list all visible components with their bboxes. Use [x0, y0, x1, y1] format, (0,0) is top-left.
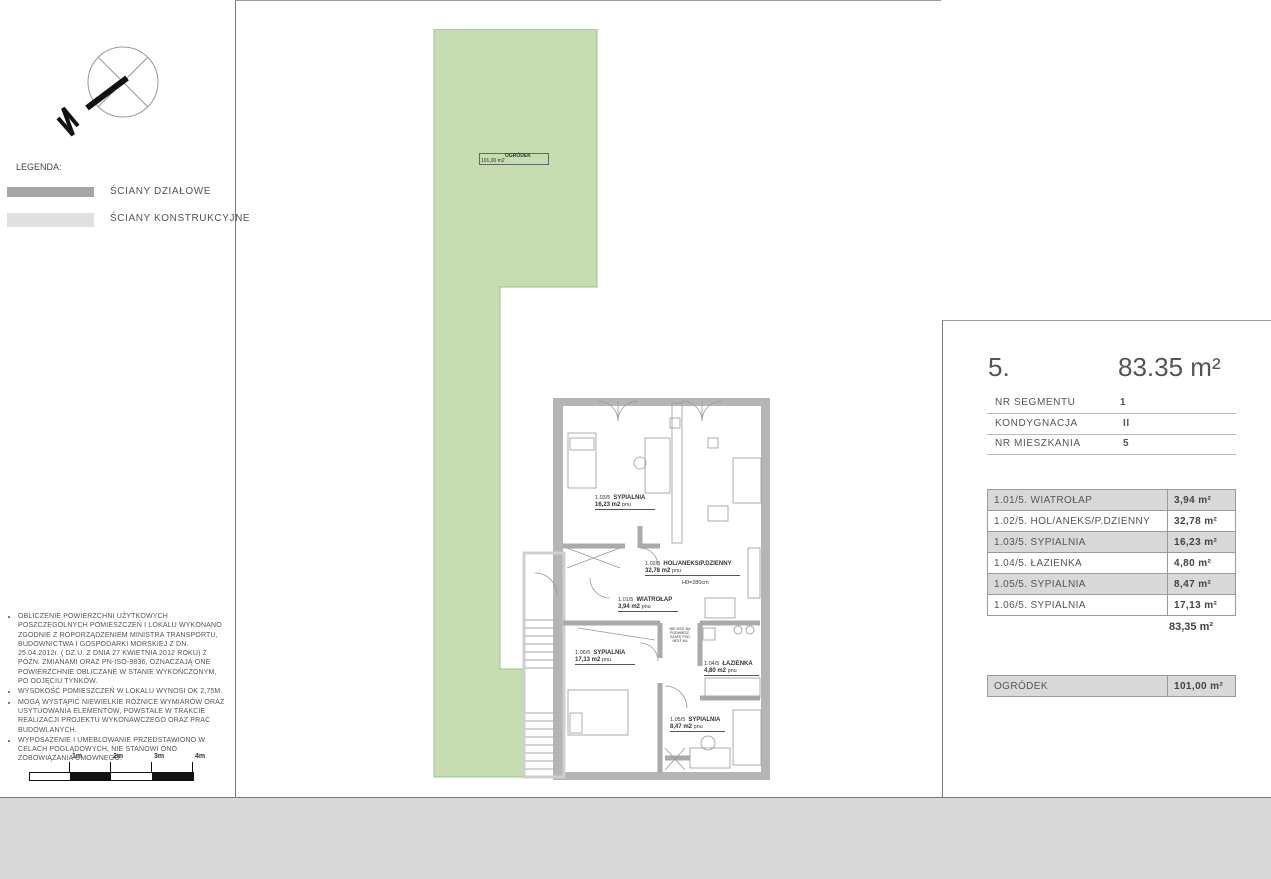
info-row: KONDYGNACJA II	[987, 414, 1236, 435]
notes-list: OBLICZENIE POWIERZCHNI UŻYTKOWYCH POSZCZ…	[8, 612, 228, 765]
room-label: 1.05/5 SYPIALNIA 8,47 m2 pnu	[670, 717, 725, 732]
garden-label: OGRÓDEK 101,00 m2	[479, 153, 549, 165]
info-value: II	[1123, 418, 1130, 429]
info-label: NR MIESZKANIA	[995, 438, 1081, 449]
info-value: 1	[1120, 397, 1127, 408]
info-row: NR SEGMENTU 1	[987, 393, 1236, 414]
legend-label-partition: ŚCIANY DZIAŁOWE	[110, 186, 212, 197]
info-label: KONDYGNACJA	[995, 418, 1078, 429]
room-area: 4,80 m²	[1167, 552, 1236, 574]
scale-label: 3m	[154, 753, 165, 760]
table-row: 1.02/5. HOL/ANEKS/P.DZIENNY 32,78 m²	[987, 510, 1236, 532]
height-label: H0=280cm	[682, 580, 709, 586]
info-value: 5	[1123, 438, 1130, 449]
room-name: 1.01/5. WIATROŁAP	[987, 489, 1168, 511]
table-row: 1.04/5. ŁAZIENKA 4,80 m²	[987, 552, 1236, 574]
table-row: 1.03/5. SYPIALNIA 16,23 m²	[987, 531, 1236, 553]
info-label: NR SEGMENTU	[995, 397, 1076, 408]
room-name: 1.03/5. SYPIALNIA	[987, 531, 1168, 553]
info-row: NR MIESZKANIA 5	[987, 434, 1236, 455]
garden-name: OGRÓDEK	[987, 675, 1168, 697]
note-item: OBLICZENIE POWIERZCHNI UŻYTKOWYCH POSZCZ…	[18, 612, 228, 686]
room-name: 1.05/5. SYPIALNIA	[987, 573, 1168, 595]
scale-label: 1m	[72, 753, 83, 760]
room-label: 1.04/5 ŁAZIENKA 4,80 m2 pnu	[704, 661, 759, 676]
legend-swatch-structural	[7, 213, 94, 227]
divider-left	[235, 0, 236, 797]
room-area: 17,13 m²	[1167, 594, 1236, 616]
room-label: 1.06/5 SYPIALNIA 17,13 m2 pnu	[575, 650, 635, 665]
rooms-table: 1.01/5. WIATROŁAP 3,94 m² 1.02/5. HOL/ANE…	[987, 489, 1236, 616]
total-area: 83,35 m²	[1169, 621, 1214, 633]
note-item: WYSOKOŚĆ POMIESZCZEŃ W LOKALU WYNOSI OK …	[18, 687, 228, 696]
floor-plan	[522, 398, 770, 780]
divider-right	[942, 320, 943, 797]
garden-table: OGRÓDEK 101,00 m²	[987, 675, 1236, 697]
room-area: 16,23 m²	[1167, 531, 1236, 553]
room-label: 1.01/5 WIATROŁAP 3,94 m2 pnu	[618, 597, 678, 612]
garden-label-name: OGRÓDEK	[505, 153, 531, 159]
unit-area: 83.35 m²	[1118, 352, 1221, 382]
room-name: 1.06/5. SYPIALNIA	[987, 594, 1168, 616]
scale-bar	[29, 772, 194, 781]
divider-top	[235, 0, 941, 1]
legend-title: LEGENDA:	[16, 162, 62, 172]
table-row: 1.06/5. SYPIALNIA 17,13 m²	[987, 594, 1236, 616]
compass-icon	[56, 46, 159, 137]
room-name: 1.02/5. HOL/ANEKS/P.DZIENNY	[987, 510, 1168, 532]
garden-area-value: 101,00 m²	[1167, 675, 1236, 697]
room-area: 3,94 m²	[1167, 489, 1236, 511]
scale-label: 4m	[195, 753, 206, 760]
unit-number: 5.	[988, 352, 1010, 382]
table-row: 1.05/5. SYPIALNIA 8,47 m²	[987, 573, 1236, 595]
legend-swatch-partition	[7, 187, 94, 197]
table-row: OGRÓDEK 101,00 m²	[987, 675, 1236, 697]
room-label: 1.03/5 SYPIALNIA 16,23 m2 pnu	[595, 495, 655, 510]
room-label: 1.02/5 HOL/ANEKS/P.DZIENNY 32,78 m2 pnu	[645, 561, 740, 576]
note-item: MOGĄ WYSTĄPIĆ NIEWIELKIE RÓŻNICE WYMIARÓ…	[18, 698, 228, 735]
table-row: 1.01/5. WIATROŁAP 3,94 m²	[987, 489, 1236, 511]
wardrobe-note: MIEJSCE NA PODWIESZ. SZAFĘ POD NEXT NA	[669, 627, 691, 643]
bottom-band	[0, 797, 1271, 879]
room-area: 8,47 m²	[1167, 573, 1236, 595]
room-area: 32,78 m²	[1167, 510, 1236, 532]
room-name: 1.04/5. ŁAZIENKA	[987, 552, 1168, 574]
divider-right-top	[942, 320, 1271, 321]
scale-label: 2m	[113, 753, 124, 760]
garden-label-area: 101,00 m2	[481, 158, 505, 164]
legend-label-structural: ŚCIANY KONSTRUKCYJNE	[110, 213, 251, 224]
